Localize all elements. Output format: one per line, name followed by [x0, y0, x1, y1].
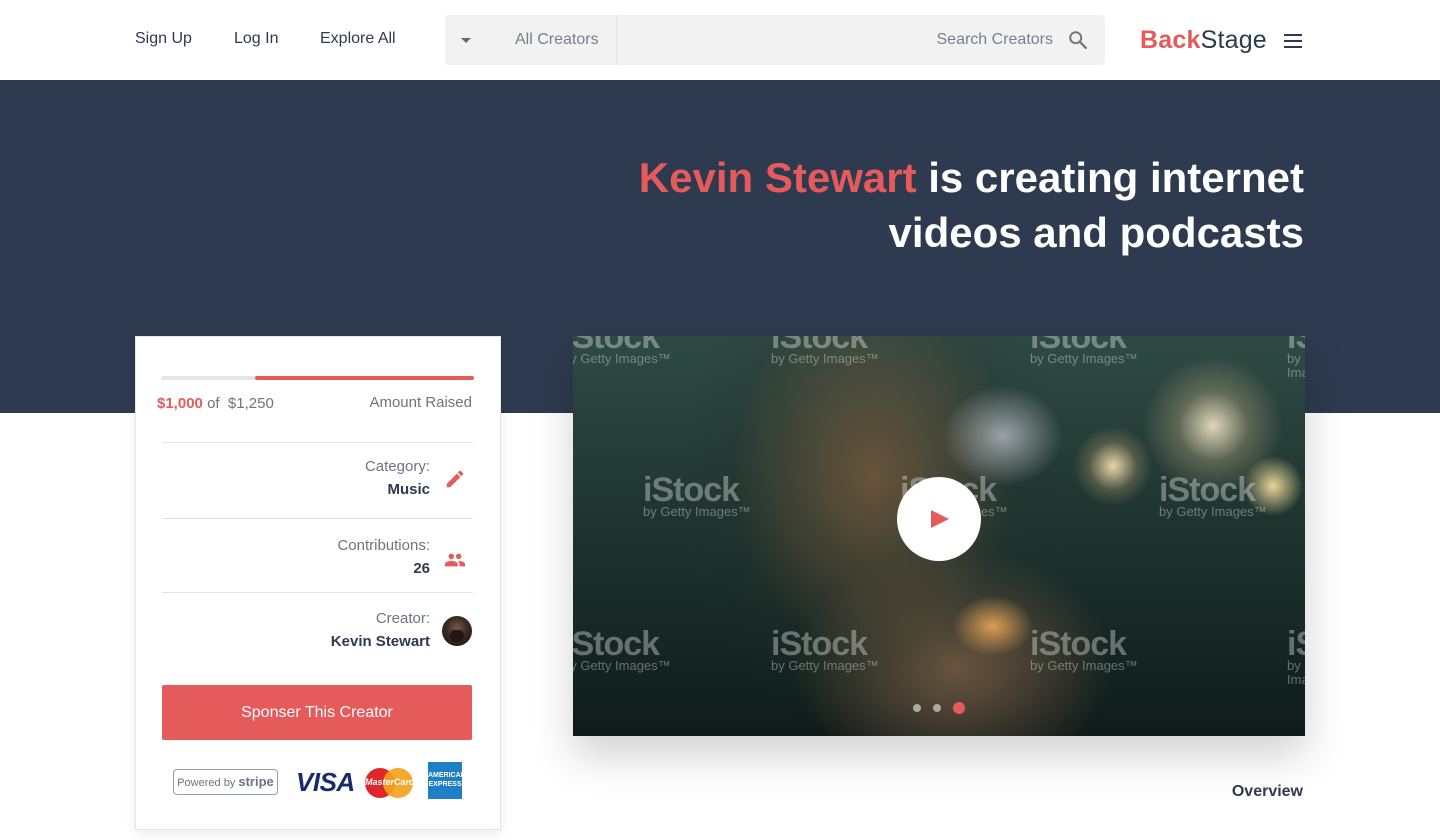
- creator-name-highlight: Kevin Stewart: [638, 154, 917, 201]
- stripe-brand-text: stripe: [238, 774, 274, 789]
- search-icon[interactable]: [1067, 29, 1089, 51]
- creator-filter-dropdown[interactable]: All Creators: [445, 15, 617, 65]
- funding-card: $1,000 of $1,250 Amount Raised Category:…: [135, 336, 501, 830]
- contributions-value: 26: [413, 560, 430, 577]
- backstage-logo[interactable]: BackStage: [1140, 26, 1267, 55]
- watermark: iStockby Getty Images™: [1287, 336, 1305, 380]
- logo-back-text: Back: [1140, 26, 1201, 54]
- watermark: iStockby Getty Images™: [1030, 336, 1138, 366]
- amount-raised-summary: $1,000 of $1,250: [157, 395, 274, 412]
- explore-all-link[interactable]: Explore All: [320, 30, 396, 48]
- overview-tab[interactable]: Overview: [1232, 783, 1303, 801]
- amount-raised-label: Amount Raised: [369, 394, 472, 411]
- divider: [162, 518, 473, 519]
- log-in-link[interactable]: Log In: [234, 30, 278, 48]
- divider: [162, 592, 473, 593]
- watermark: iStockby Getty Images™: [771, 336, 879, 366]
- caret-down-icon: [461, 38, 471, 43]
- search-bar: All Creators: [445, 15, 1105, 65]
- sign-up-link[interactable]: Sign Up: [135, 30, 192, 48]
- raised-amount: $1,000: [157, 395, 203, 412]
- amex-logo: AMERICAN EXPRESS: [428, 762, 466, 799]
- page-title: Kevin Stewart is creating internet video…: [544, 150, 1304, 260]
- powered-by-stripe-badge: Powered by stripe: [173, 769, 278, 795]
- play-icon[interactable]: [897, 477, 981, 561]
- watermark: iStockby Getty Images™: [573, 625, 671, 673]
- contributions-label: Contributions:: [337, 537, 430, 554]
- search-input[interactable]: [618, 15, 1105, 65]
- watermark: iStockby Getty Images™: [1159, 471, 1267, 519]
- mastercard-logo: MasterCard: [365, 768, 415, 798]
- logo-stage-text: Stage: [1200, 26, 1267, 54]
- creator-avatar[interactable]: [442, 616, 472, 646]
- watermark: iStockby Getty Images™: [1030, 625, 1138, 673]
- carousel-dot[interactable]: [953, 702, 965, 714]
- raised-of: of: [207, 395, 220, 412]
- video-player[interactable]: iStockby Getty Images™ iStockby Getty Im…: [573, 336, 1305, 736]
- funding-progress-fill: [254, 376, 474, 380]
- carousel-dot[interactable]: [933, 704, 941, 712]
- creator-value[interactable]: Kevin Stewart: [331, 633, 430, 650]
- category-label: Category:: [364, 458, 430, 475]
- watermark: iStockby Getty Images™: [1287, 625, 1305, 687]
- visa-logo: VISA: [296, 767, 355, 797]
- carousel-dot[interactable]: [913, 704, 921, 712]
- creator-filter-value: All Creators: [515, 31, 599, 48]
- people-icon: [444, 553, 466, 567]
- top-nav: Sign Up Log In Explore All All Creators …: [0, 0, 1440, 80]
- goal-amount: $1,250: [227, 395, 274, 412]
- category-value: Music: [387, 481, 430, 498]
- creator-label: Creator:: [375, 610, 430, 627]
- funding-progress-bar: [161, 376, 474, 380]
- headline-text: is creating internet videos and podcasts: [888, 154, 1304, 256]
- mastercard-text: MasterCard: [365, 777, 415, 787]
- watermark: iStockby Getty Images™: [643, 471, 751, 519]
- pencil-icon: [446, 470, 464, 488]
- divider: [162, 442, 473, 443]
- stripe-powered-text: Powered by: [177, 777, 236, 789]
- watermark: iStockby Getty Images™: [573, 336, 671, 366]
- watermark: iStockby Getty Images™: [771, 625, 879, 673]
- hamburger-menu-icon[interactable]: [1284, 34, 1302, 48]
- sponsor-creator-button[interactable]: Sponser This Creator: [162, 685, 472, 740]
